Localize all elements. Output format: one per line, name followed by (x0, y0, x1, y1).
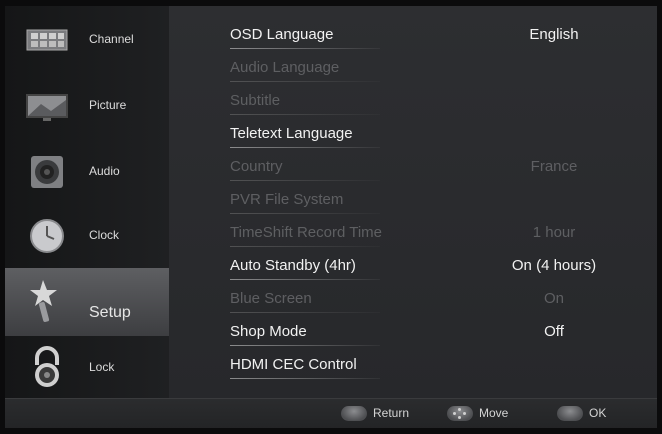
sidebar-item-label: Lock (89, 360, 115, 374)
clock-icon (30, 219, 64, 253)
row-divider (230, 180, 380, 181)
row-label: Audio Language (230, 59, 340, 76)
row-value: France (530, 158, 578, 175)
sidebar-item-label: Picture (89, 98, 127, 112)
sidebar: Channel Picture Audio Clock Setup Lock (5, 6, 169, 398)
row-divider (230, 246, 380, 247)
dpad-icon (447, 406, 473, 421)
menu-row-osd-language[interactable]: OSD Language English (169, 20, 657, 53)
menu-row-timeshift-record-time: TimeShift Record Time 1 hour (169, 218, 657, 251)
navigation-hint-bar: Return Move OK (5, 398, 657, 428)
speaker-icon (31, 156, 63, 188)
row-divider (230, 48, 380, 49)
setup-icon (30, 280, 57, 322)
row-value: Off (544, 323, 564, 340)
row-label: Shop Mode (230, 323, 307, 340)
row-label: Country (230, 158, 283, 175)
return-button-icon (341, 406, 367, 421)
menu-row-blue-screen: Blue Screen On (169, 284, 657, 317)
menu-row-auto-standby[interactable]: Auto Standby (4hr) On (4 hours) (169, 251, 657, 284)
row-divider (230, 81, 380, 82)
sidebar-item-label: Channel (89, 32, 134, 46)
channel-icon (26, 29, 68, 51)
row-label: HDMI CEC Control (230, 356, 357, 373)
setup-menu: OSD Language English Audio Language Subt… (169, 6, 657, 398)
sidebar-item-audio[interactable]: Audio (5, 140, 169, 204)
row-divider (230, 213, 380, 214)
row-divider (230, 147, 380, 148)
row-divider (230, 345, 380, 346)
menu-row-subtitle: Subtitle (169, 86, 657, 119)
row-value: 1 hour (532, 224, 576, 241)
menu-row-teletext-language[interactable]: Teletext Language (169, 119, 657, 152)
row-label: Subtitle (230, 92, 281, 109)
menu-row-hdmi-cec-control[interactable]: HDMI CEC Control (169, 350, 657, 383)
menu-row-audio-language: Audio Language (169, 53, 657, 86)
row-divider (230, 378, 380, 379)
sidebar-item-channel[interactable]: Channel (5, 8, 169, 72)
sidebar-item-label: Clock (89, 228, 120, 242)
row-value: On (543, 290, 564, 307)
sidebar-item-setup[interactable]: Setup (5, 268, 169, 336)
sidebar-item-label: Setup (89, 304, 131, 321)
row-label: Auto Standby (4hr) (230, 257, 356, 274)
sidebar-item-label: Audio (89, 164, 120, 178)
sidebar-item-lock[interactable]: Lock (5, 336, 169, 400)
lock-icon (35, 346, 59, 387)
sidebar-item-picture[interactable]: Picture (5, 74, 169, 138)
menu-row-country: Country France (169, 152, 657, 185)
move-hint-label: Move (479, 406, 509, 420)
return-hint-label: Return (373, 406, 410, 420)
row-divider (230, 279, 380, 280)
menu-row-pvr-file-system: PVR File System (169, 185, 657, 218)
row-divider (230, 114, 380, 115)
row-label: TimeShift Record Time (230, 224, 382, 241)
row-label: OSD Language (230, 26, 334, 43)
picture-icon (26, 94, 68, 121)
sidebar-item-clock[interactable]: Clock (5, 204, 169, 268)
row-value: On (4 hours) (511, 257, 597, 274)
tv-menu-screen: Channel Picture Audio Clock Setup Lock O… (5, 6, 657, 428)
row-label: Teletext Language (230, 125, 353, 142)
row-label: PVR File System (230, 191, 344, 208)
row-label: Blue Screen (230, 290, 312, 307)
row-divider (230, 312, 380, 313)
ok-hint-label: OK (589, 406, 607, 420)
ok-button-icon (557, 406, 583, 421)
menu-row-shop-mode[interactable]: Shop Mode Off (169, 317, 657, 350)
row-value: English (529, 26, 579, 43)
